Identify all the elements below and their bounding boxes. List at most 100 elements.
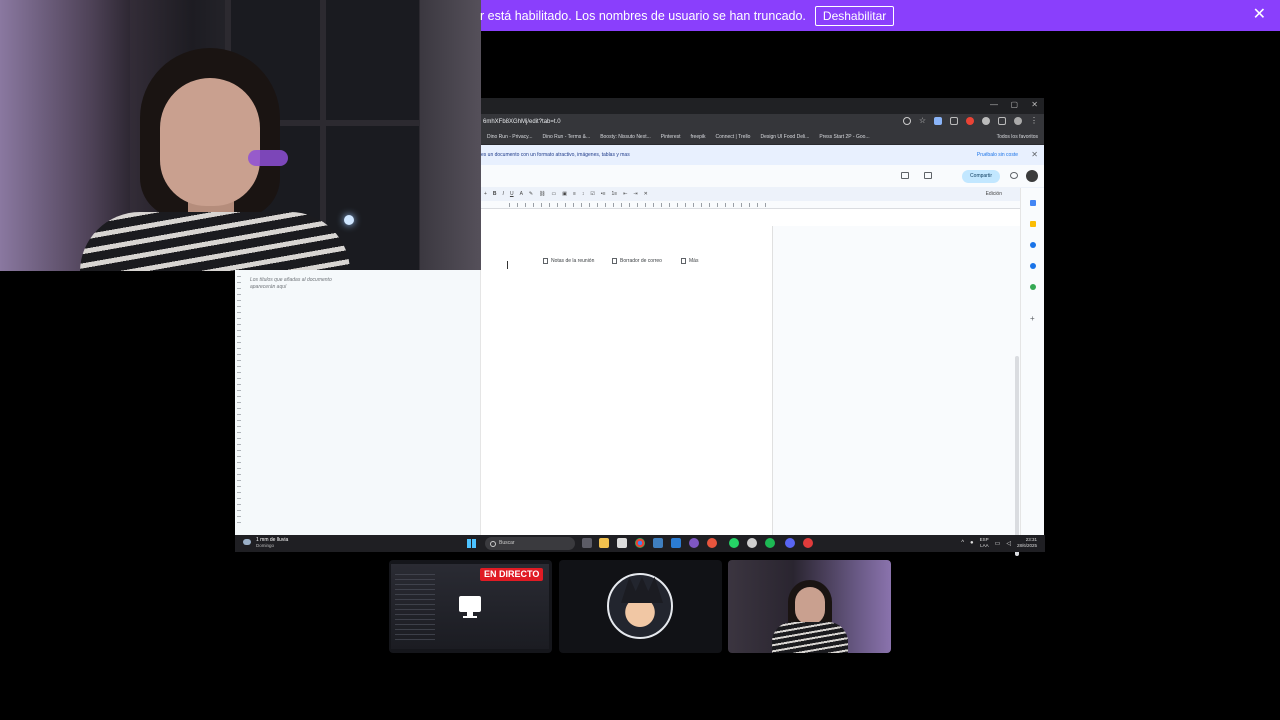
keep-icon[interactable] (1030, 221, 1036, 227)
live-badge: EN DIRECTO (480, 568, 544, 581)
all-bookmarks-folder[interactable]: Todos los favoritos (997, 134, 1038, 140)
banner-text: r está habilitado. Los nombres de usuari… (480, 8, 806, 23)
extension-icon[interactable] (934, 117, 942, 125)
minimize-icon[interactable]: — (990, 100, 998, 109)
comment-icon[interactable] (901, 172, 909, 179)
chip-meeting-notes[interactable]: Notas de la reunión (543, 258, 594, 264)
whatsapp-icon[interactable] (729, 538, 739, 548)
chevron-up-icon[interactable]: ^ (961, 540, 964, 546)
scrollbar[interactable] (1015, 356, 1019, 556)
tab-icon[interactable] (998, 117, 1006, 125)
comment-add-icon[interactable]: ▭ (551, 191, 556, 197)
italic-icon[interactable]: I (503, 191, 504, 197)
task-view-icon[interactable] (582, 538, 592, 548)
share-button[interactable]: Compartir (962, 170, 1000, 183)
more-icon (681, 258, 686, 264)
url-text[interactable]: 6mhXFb8XGhMj/edit?tab=t.0 (483, 119, 561, 125)
file-explorer-icon[interactable] (599, 538, 609, 548)
bookmark-item[interactable]: Dino Run - Privacy... (487, 134, 532, 140)
settings-icon[interactable] (747, 538, 757, 548)
format-toolbar: + B I U A ✎ ⛓ ▭ ▣ ≡ ↕ ☑ •≡ 1≡ ⇤ ⇥ ✕ Edic… (481, 187, 1044, 201)
checklist-icon[interactable]: ☑ (590, 191, 594, 197)
extension-icon[interactable] (966, 117, 974, 125)
system-tray: ^ ● ESP LAA ▭ ◁ 23:31 28/6/2025 (961, 537, 1037, 549)
add-icon[interactable]: + (1030, 315, 1036, 323)
add-icon[interactable]: + (484, 191, 487, 197)
chip-email-draft[interactable]: Borrador de correo (612, 258, 662, 264)
numbered-list-icon[interactable]: 1≡ (612, 191, 618, 197)
indent-increase-icon[interactable]: ⇥ (633, 191, 637, 197)
extensions-puzzle-icon[interactable] (982, 117, 990, 125)
participant-tile-avatar[interactable] (559, 560, 722, 653)
network-icon[interactable]: ▭ (995, 540, 1001, 547)
rain-cloud-icon (243, 539, 251, 545)
address-bar[interactable]: 6mhXFb8XGhMj/edit?tab=t.0 ☆ ⋮ (481, 114, 1044, 130)
bookmark-item[interactable]: Pinterest (661, 134, 681, 140)
ruler[interactable] (481, 201, 1044, 209)
windows-start-icon[interactable] (467, 539, 476, 548)
bookmark-item[interactable]: Connect | Trello (716, 134, 751, 140)
side-apps-panel: + (1020, 188, 1044, 535)
bookmarks-bar: Dino Run - Privacy... Dino Run - Terms &… (481, 130, 1044, 145)
bookmark-item[interactable]: freepik (691, 134, 706, 140)
document-page[interactable]: Notas de la reunión Borrador de correo M… (481, 226, 773, 535)
close-icon[interactable]: ✕ (1253, 7, 1266, 23)
link-icon[interactable]: ⛓ (539, 191, 545, 197)
clear-format-icon[interactable]: ✕ (644, 191, 648, 197)
chip-more[interactable]: Más (681, 258, 698, 264)
underline-icon[interactable]: U (510, 191, 514, 197)
brave-icon[interactable] (707, 538, 717, 548)
participant-tile-screen[interactable]: EN DIRECTO (389, 560, 552, 653)
close-window-icon[interactable]: ✕ (1031, 100, 1038, 109)
extension-icon[interactable] (950, 117, 958, 125)
outline-panel: Los títulos que añadas al documento apar… (235, 270, 481, 535)
text-color-icon[interactable]: A (520, 191, 523, 197)
document-icon (543, 258, 548, 264)
title-bar: — ▢ ✕ (481, 98, 1044, 114)
disable-button[interactable]: Deshabilitar (814, 5, 895, 26)
maps-icon[interactable] (1030, 284, 1036, 290)
close-icon[interactable]: ✕ (1031, 150, 1038, 159)
vscode-icon[interactable] (671, 538, 681, 548)
obs-icon[interactable] (689, 538, 699, 548)
bullet-list-icon[interactable]: •≡ (601, 191, 606, 197)
menu-icon[interactable]: ⋮ (1030, 117, 1038, 125)
edit-mode-select[interactable]: Edición (986, 191, 1002, 197)
weather-widget[interactable]: 1 mm de lluvia Domingo (243, 537, 288, 548)
bookmark-item[interactable]: Design UI Food Deli... (760, 134, 809, 140)
align-icon[interactable]: ≡ (573, 191, 576, 197)
zoom-icon[interactable] (902, 117, 911, 125)
promo-link[interactable]: Pruébalo sin coste (977, 152, 1018, 158)
store-icon[interactable] (617, 538, 627, 548)
vscode-blue-icon[interactable] (653, 538, 663, 548)
avatar[interactable] (1026, 170, 1038, 182)
tasks-icon[interactable] (1030, 242, 1036, 248)
bookmark-item[interactable]: Boosty: Nissuto Next... (600, 134, 651, 140)
browser-window: — ▢ ✕ 6mhXFb8XGhMj/edit?tab=t.0 ☆ ⋮ Dino… (481, 98, 1044, 556)
indent-decrease-icon[interactable]: ⇤ (623, 191, 627, 197)
profile-icon[interactable] (1014, 117, 1022, 125)
volume-icon[interactable]: ◁ (1006, 540, 1011, 547)
bookmark-item[interactable]: Dino Run - Terms &... (542, 134, 590, 140)
app-icon[interactable] (803, 538, 813, 548)
language-indicator[interactable]: ESP LAA (980, 537, 989, 549)
contacts-icon[interactable] (1030, 263, 1036, 269)
bold-icon[interactable]: B (493, 191, 497, 197)
spotify-icon[interactable] (765, 538, 775, 548)
star-icon[interactable]: ☆ (919, 117, 926, 125)
participant-tile-webcam[interactable] (728, 560, 891, 653)
clock[interactable]: 23:31 28/6/2025 (1017, 537, 1037, 549)
bookmark-item[interactable]: Press Start 2P - Goo... (819, 134, 869, 140)
gemini-icon[interactable] (1010, 172, 1018, 179)
meet-icon[interactable] (924, 172, 932, 179)
taskbar-search[interactable]: Buscar (485, 537, 575, 550)
chrome-icon[interactable] (635, 538, 645, 548)
image-icon[interactable]: ▣ (562, 191, 567, 197)
promo-text: es un documento con un formato atractivo… (481, 152, 630, 158)
discord-icon[interactable] (785, 538, 795, 548)
maximize-icon[interactable]: ▢ (1010, 100, 1018, 109)
calendar-icon[interactable] (1030, 200, 1036, 206)
highlight-icon[interactable]: ✎ (529, 191, 533, 197)
line-spacing-icon[interactable]: ↕ (582, 191, 585, 197)
microphone-icon[interactable]: ● (970, 540, 974, 546)
